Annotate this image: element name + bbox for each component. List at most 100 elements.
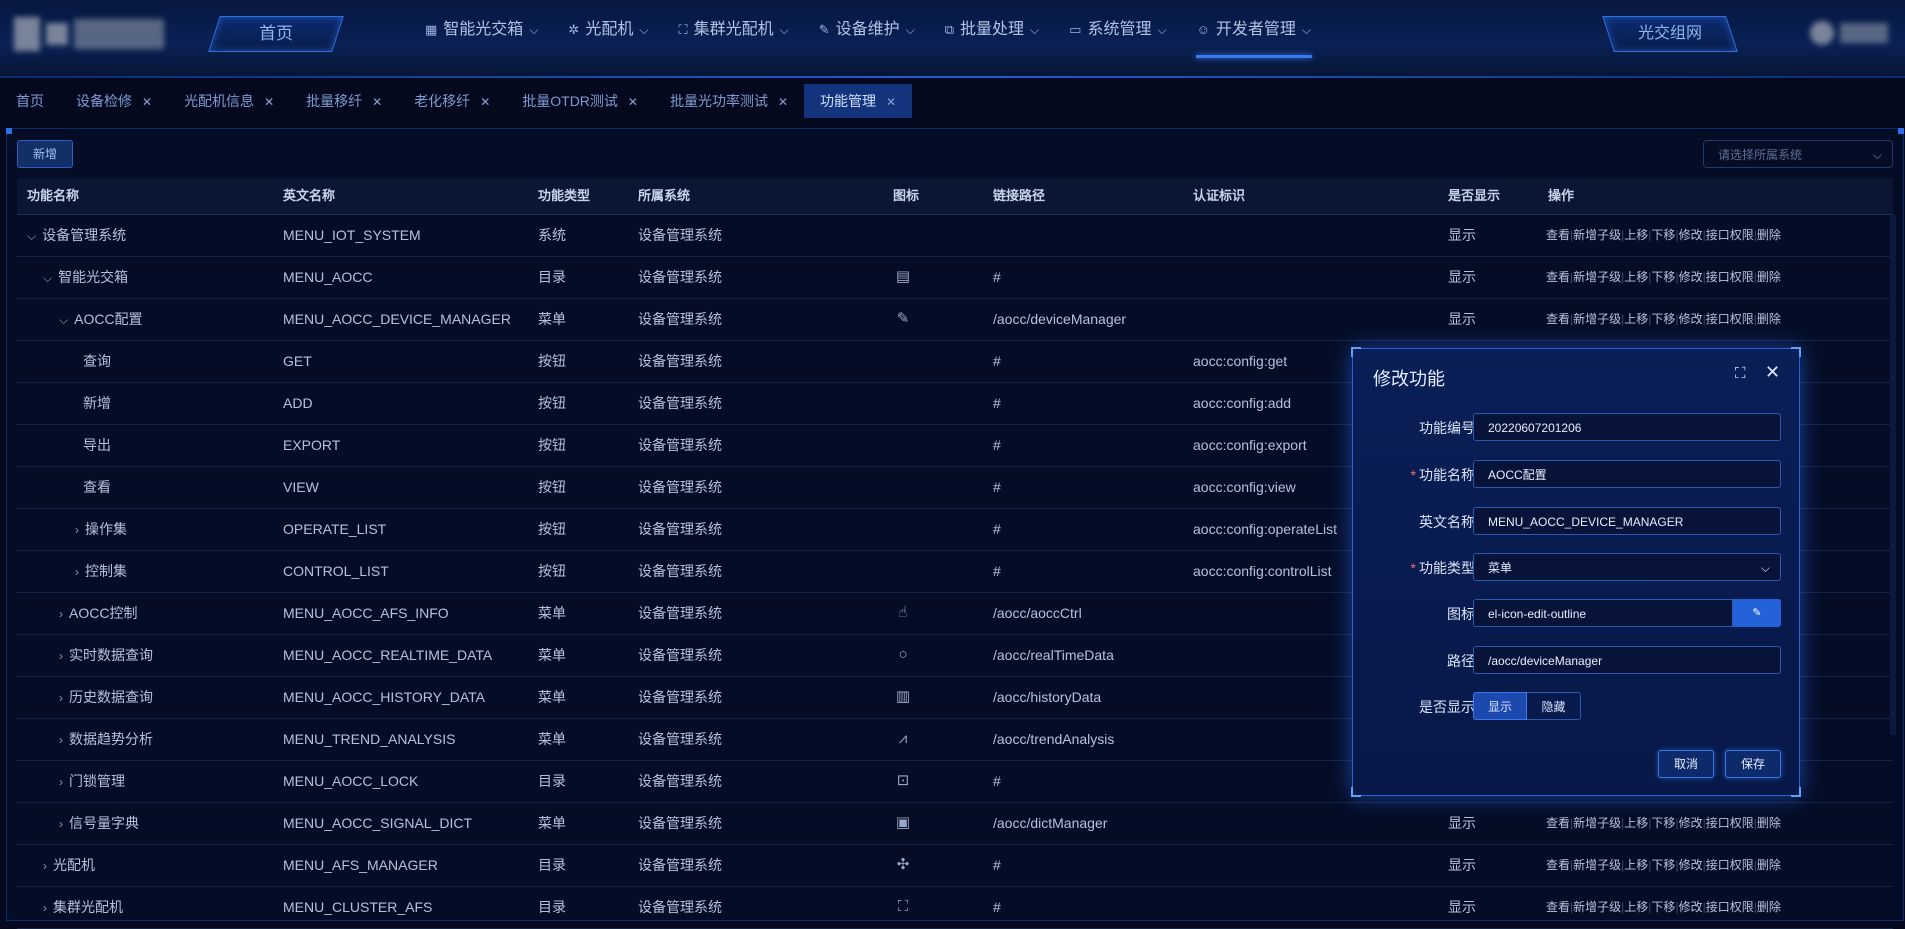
action-link[interactable]: 删除: [1757, 858, 1781, 872]
action-link[interactable]: 删除: [1757, 270, 1781, 284]
tab[interactable]: 老化移纤 ✕: [398, 84, 506, 118]
expand-icon[interactable]: ⌵: [59, 313, 68, 327]
user-avatar[interactable]: [1810, 16, 1894, 50]
action-link[interactable]: 上移: [1624, 900, 1648, 914]
action-link[interactable]: 上移: [1624, 312, 1648, 326]
action-link[interactable]: 下移: [1651, 858, 1675, 872]
cancel-button[interactable]: 取消: [1658, 750, 1714, 778]
close-icon[interactable]: ✕: [628, 95, 638, 109]
action-link[interactable]: 新增子级: [1573, 228, 1621, 242]
expand-icon[interactable]: ›: [75, 523, 79, 537]
expand-icon[interactable]: ⌵: [43, 271, 52, 285]
action-link[interactable]: 新增子级: [1573, 312, 1621, 326]
expand-icon[interactable]: ›: [59, 775, 63, 789]
action-link[interactable]: 查看: [1546, 816, 1570, 830]
action-link[interactable]: 上移: [1624, 228, 1648, 242]
action-link[interactable]: 删除: [1757, 816, 1781, 830]
icon-input[interactable]: el-icon-edit-outline: [1473, 599, 1733, 627]
add-button[interactable]: 新增: [17, 140, 73, 168]
close-icon[interactable]: ✕: [480, 95, 490, 109]
action-link[interactable]: 接口权限: [1706, 228, 1754, 242]
table-scrollbar[interactable]: [1890, 215, 1896, 735]
action-link[interactable]: 修改: [1679, 312, 1703, 326]
code-input[interactable]: 20220607201206: [1473, 413, 1781, 441]
close-icon[interactable]: ✕: [142, 95, 152, 109]
action-link[interactable]: 新增子级: [1573, 270, 1621, 284]
tab[interactable]: 批量移纤 ✕: [290, 84, 398, 118]
path-input[interactable]: /aocc/deviceManager: [1473, 646, 1781, 674]
action-link[interactable]: 下移: [1651, 312, 1675, 326]
action-link[interactable]: 下移: [1651, 228, 1675, 242]
action-link[interactable]: 删除: [1757, 312, 1781, 326]
tab[interactable]: 首页: [0, 84, 60, 118]
english-name-input[interactable]: MENU_AOCC_DEVICE_MANAGER: [1473, 507, 1781, 535]
type-select[interactable]: 菜单 ⌵: [1473, 553, 1781, 581]
tab[interactable]: 光配机信息 ✕: [168, 84, 290, 118]
nav-item[interactable]: ⛶ 集群光配机 ⌵: [663, 0, 803, 60]
nav-item[interactable]: ✎ 设备维护 ⌵: [804, 0, 930, 60]
action-link[interactable]: 新增子级: [1573, 900, 1621, 914]
row-system: 设备管理系统: [638, 647, 722, 663]
expand-icon[interactable]: ›: [59, 607, 63, 621]
optical-network-button[interactable]: 光交组网: [1602, 16, 1738, 52]
close-icon[interactable]: ✕: [372, 95, 382, 109]
edit-icon[interactable]: ✎: [1733, 599, 1781, 627]
action-link[interactable]: 修改: [1679, 900, 1703, 914]
action-link[interactable]: 上移: [1624, 816, 1648, 830]
nav-item[interactable]: ✲ 光配机 ⌵: [553, 0, 663, 60]
expand-icon[interactable]: ›: [75, 565, 79, 579]
action-link[interactable]: 修改: [1679, 270, 1703, 284]
action-link[interactable]: 新增子级: [1573, 858, 1621, 872]
close-icon[interactable]: ✕: [264, 95, 274, 109]
tab[interactable]: 批量光功率测试 ✕: [654, 84, 804, 118]
action-link[interactable]: 修改: [1679, 816, 1703, 830]
action-link[interactable]: 查看: [1546, 858, 1570, 872]
action-link[interactable]: 新增子级: [1573, 816, 1621, 830]
close-icon[interactable]: ✕: [778, 95, 788, 109]
action-link[interactable]: 修改: [1679, 858, 1703, 872]
action-link[interactable]: 下移: [1651, 816, 1675, 830]
action-link[interactable]: 查看: [1546, 312, 1570, 326]
expand-icon[interactable]: ›: [43, 901, 47, 915]
expand-icon[interactable]: ›: [59, 649, 63, 663]
action-link[interactable]: 查看: [1546, 228, 1570, 242]
expand-icon[interactable]: ⌵: [27, 229, 36, 243]
nav-item[interactable]: ☺ 开发者管理 ⌵: [1182, 0, 1326, 60]
expand-icon[interactable]: ›: [43, 859, 47, 873]
nav-item[interactable]: ▦ 智能光交箱 ⌵: [410, 0, 553, 60]
maximize-icon[interactable]: ⛶: [1735, 365, 1746, 382]
action-link[interactable]: 查看: [1546, 900, 1570, 914]
action-link[interactable]: 删除: [1757, 228, 1781, 242]
action-link[interactable]: 删除: [1757, 900, 1781, 914]
hide-option[interactable]: 隐藏: [1527, 692, 1581, 720]
tab[interactable]: 批量OTDR测试 ✕: [506, 84, 654, 118]
action-link[interactable]: 接口权限: [1706, 270, 1754, 284]
tab[interactable]: 功能管理 ✕: [804, 84, 913, 118]
show-option[interactable]: 显示: [1473, 692, 1527, 720]
action-link[interactable]: 下移: [1651, 270, 1675, 284]
action-link[interactable]: 接口权限: [1706, 858, 1754, 872]
nav-item[interactable]: ▭ 系统管理 ⌵: [1054, 0, 1181, 60]
nav-item[interactable]: ⧉ 批量处理 ⌵: [930, 0, 1054, 60]
row-path: #: [993, 395, 1001, 411]
home-button[interactable]: 首页: [208, 16, 344, 52]
expand-icon[interactable]: ›: [59, 817, 63, 831]
action-link[interactable]: 接口权限: [1706, 900, 1754, 914]
expand-icon[interactable]: ›: [59, 691, 63, 705]
save-button[interactable]: 保存: [1725, 750, 1781, 778]
action-link[interactable]: 接口权限: [1706, 816, 1754, 830]
row-auth: aocc:config:add: [1193, 395, 1292, 411]
row-system: 设备管理系统: [638, 521, 722, 537]
action-link[interactable]: 查看: [1546, 270, 1570, 284]
close-icon[interactable]: ✕: [886, 95, 896, 109]
action-link[interactable]: 接口权限: [1706, 312, 1754, 326]
action-link[interactable]: 上移: [1624, 270, 1648, 284]
tab[interactable]: 设备检修 ✕: [60, 84, 168, 118]
system-select[interactable]: 请选择所属系统 ⌵: [1703, 140, 1893, 168]
close-icon[interactable]: ✕: [1765, 362, 1780, 383]
action-link[interactable]: 修改: [1679, 228, 1703, 242]
expand-icon[interactable]: ›: [59, 733, 63, 747]
action-link[interactable]: 下移: [1651, 900, 1675, 914]
name-input[interactable]: AOCC配置: [1473, 460, 1781, 488]
action-link[interactable]: 上移: [1624, 858, 1648, 872]
